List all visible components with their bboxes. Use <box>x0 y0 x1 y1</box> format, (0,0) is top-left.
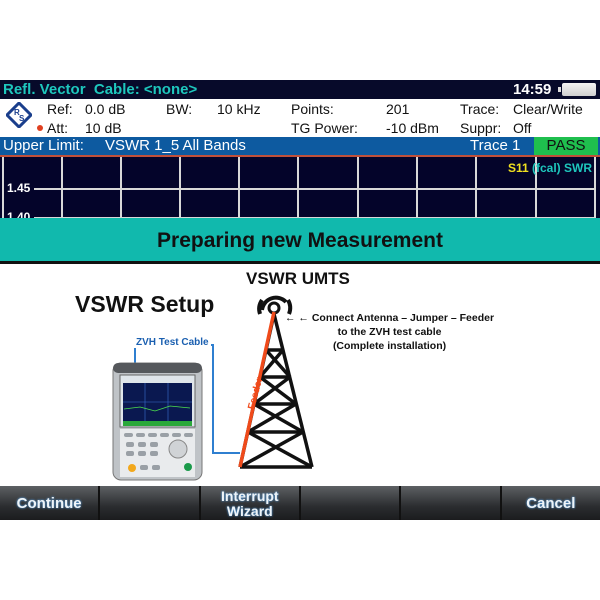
grid-line <box>34 188 596 190</box>
grid-line <box>2 157 4 218</box>
instructions: ← ← Connect Antenna – Jumper – Feeder to… <box>285 311 494 353</box>
trace-s11-label: S11 <box>507 161 529 175</box>
softkey-4[interactable] <box>300 486 400 520</box>
wizard-content: VSWR Setup VSWR UMTS ZVH Test Cable Feed… <box>0 267 600 486</box>
instruction-line: (Complete installation) <box>332 340 447 352</box>
y-tick-label: 1.40 <box>7 210 33 218</box>
continue-button[interactable]: Continue <box>0 486 99 520</box>
att-indicator <box>37 125 43 131</box>
suppr-value: Off <box>513 120 532 136</box>
trace-value: Clear/Write <box>513 101 583 117</box>
cable-label: ZVH Test Cable <box>134 337 211 348</box>
instruction-line: to the ZVH test cable <box>337 326 442 338</box>
bw-value: 10 kHz <box>217 101 261 117</box>
svg-text:S: S <box>19 114 25 123</box>
rs-logo-icon: R S <box>6 102 32 128</box>
softkey-bar: Continue Interrupt Wizard Cancel <box>0 486 600 520</box>
limit-label: Upper Limit: <box>3 137 84 154</box>
cancel-button[interactable]: Cancel <box>501 486 600 520</box>
suppr-label: Suppr: <box>460 120 502 136</box>
pass-badge: PASS <box>534 137 598 155</box>
limit-value: VSWR 1_5 All Bands <box>105 137 246 154</box>
tg-power-value: -10 dBm <box>386 120 439 136</box>
points-value: 201 <box>386 101 410 117</box>
y-tick-label: 1.45 <box>7 181 33 195</box>
mode-label: Refl. Vector <box>3 81 86 98</box>
ref-value: 0.0 dB <box>85 101 126 117</box>
att-value: 10 dB <box>85 120 122 136</box>
cable-status: Cable: <none> <box>93 81 198 98</box>
parameter-panel: R S Ref: 0.0 dB Att: 10 dB BW: 10 kHz Po… <box>0 99 600 139</box>
trace-format-label: (fcal) SWR <box>532 161 592 175</box>
limit-bar: Upper Limit: VSWR 1_5 All Bands Trace 1 … <box>0 137 600 155</box>
softkey-line: Interrupt <box>221 488 279 504</box>
trace-legend: S11 (fcal) SWR <box>508 161 592 175</box>
trace-indicator: Trace 1 <box>470 137 521 154</box>
softkey-line: Wizard <box>226 503 273 519</box>
tg-power-label: TG Power: <box>291 120 358 136</box>
title-bar: Refl. Vector Cable: <none> 14:59 <box>0 80 600 99</box>
wizard-banner: Preparing new Measurement <box>0 218 600 264</box>
zvh-device-icon <box>112 362 203 481</box>
instruction-line: ← ← Connect Antenna – Jumper – Feeder <box>285 312 495 324</box>
bw-label: BW: <box>166 101 193 117</box>
clock: 14:59 <box>513 81 552 98</box>
trace-plot: 1.45 1.40 S11 (fcal) SWR <box>0 155 600 218</box>
ref-label: Ref: <box>47 101 73 117</box>
analyzer-screen: Refl. Vector Cable: <none> 14:59 R S Ref… <box>0 80 600 520</box>
softkey-2[interactable] <box>100 486 199 520</box>
battery-icon <box>558 83 596 96</box>
trace-label: Trace: <box>460 101 500 117</box>
interrupt-wizard-button[interactable]: Interrupt Wizard <box>200 486 299 520</box>
points-label: Points: <box>291 101 334 117</box>
softkey-5[interactable] <box>401 486 500 520</box>
att-label: Att: <box>47 120 69 136</box>
